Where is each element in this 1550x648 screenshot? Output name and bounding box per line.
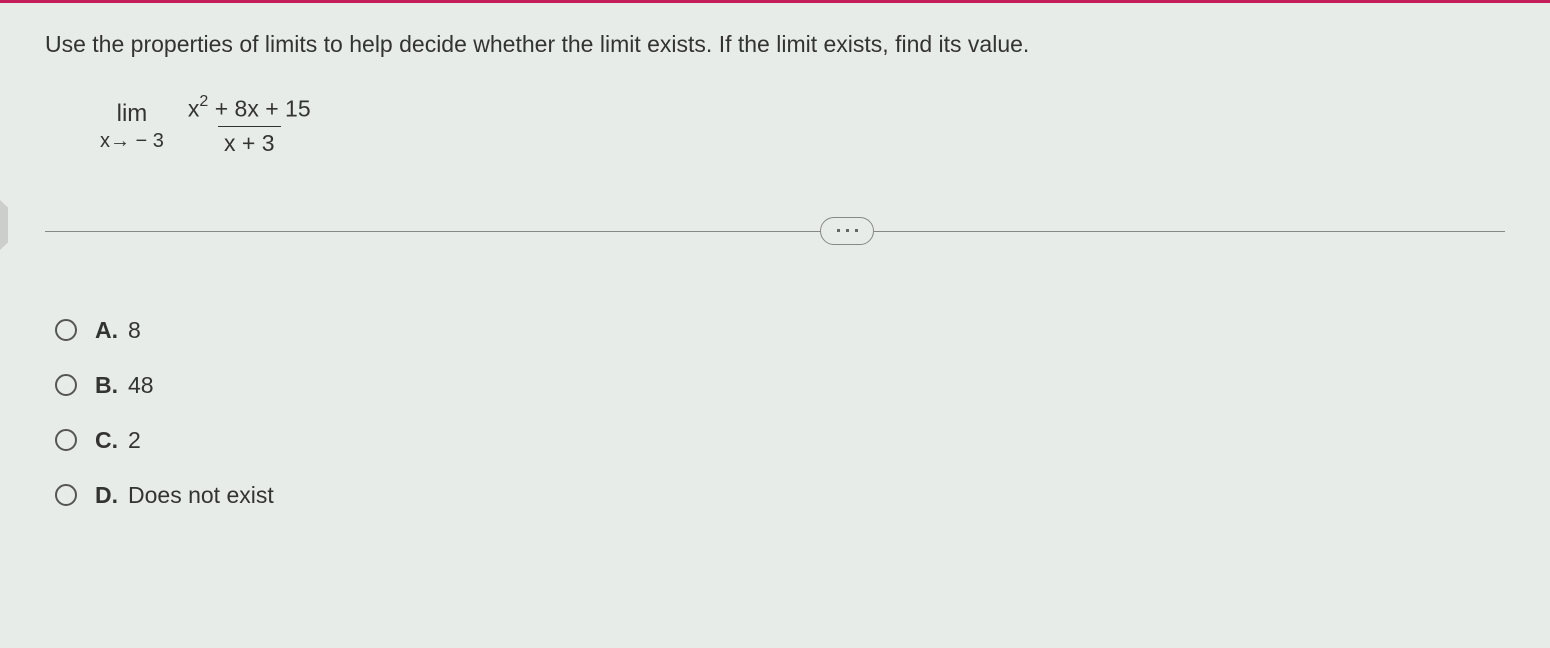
- option-label: B.: [95, 372, 118, 399]
- option-label: D.: [95, 482, 118, 509]
- fraction: x2 + 8x + 15 x + 3: [182, 95, 317, 157]
- radio-d[interactable]: [55, 484, 77, 506]
- numerator-rest: + 8x + 15: [208, 96, 310, 122]
- option-label: A.: [95, 317, 118, 344]
- option-c[interactable]: C. 2: [55, 427, 1505, 454]
- limit-operator: lim x→ − 3: [100, 100, 164, 153]
- divider-row: [45, 217, 1505, 247]
- question-container: Use the properties of limits to help dec…: [0, 0, 1550, 509]
- more-button[interactable]: [820, 217, 874, 245]
- option-b[interactable]: B. 48: [55, 372, 1505, 399]
- radio-c[interactable]: [55, 429, 77, 451]
- radio-a[interactable]: [55, 319, 77, 341]
- option-text: Does not exist: [128, 482, 274, 509]
- numerator-exponent: 2: [199, 93, 208, 110]
- left-edge-decoration: [0, 200, 8, 250]
- numerator: x2 + 8x + 15: [182, 95, 317, 126]
- option-d[interactable]: D. Does not exist: [55, 482, 1505, 509]
- ellipsis-icon: [846, 229, 849, 232]
- denominator: x + 3: [218, 126, 281, 157]
- option-text: 8: [128, 317, 141, 344]
- lim-subscript: x→ − 3: [100, 130, 164, 153]
- option-a[interactable]: A. 8: [55, 317, 1505, 344]
- option-label: C.: [95, 427, 118, 454]
- option-text: 48: [128, 372, 154, 399]
- question-prompt: Use the properties of limits to help dec…: [45, 28, 1505, 60]
- ellipsis-icon: [837, 229, 840, 232]
- radio-b[interactable]: [55, 374, 77, 396]
- horizontal-rule: [45, 231, 1505, 232]
- options-list: A. 8 B. 48 C. 2 D. Does not exist: [55, 317, 1505, 509]
- option-text: 2: [128, 427, 141, 454]
- limit-expression: lim x→ − 3 x2 + 8x + 15 x + 3: [100, 95, 1505, 157]
- ellipsis-icon: [855, 229, 858, 232]
- lim-text: lim: [117, 100, 148, 128]
- numerator-var: x: [188, 96, 200, 122]
